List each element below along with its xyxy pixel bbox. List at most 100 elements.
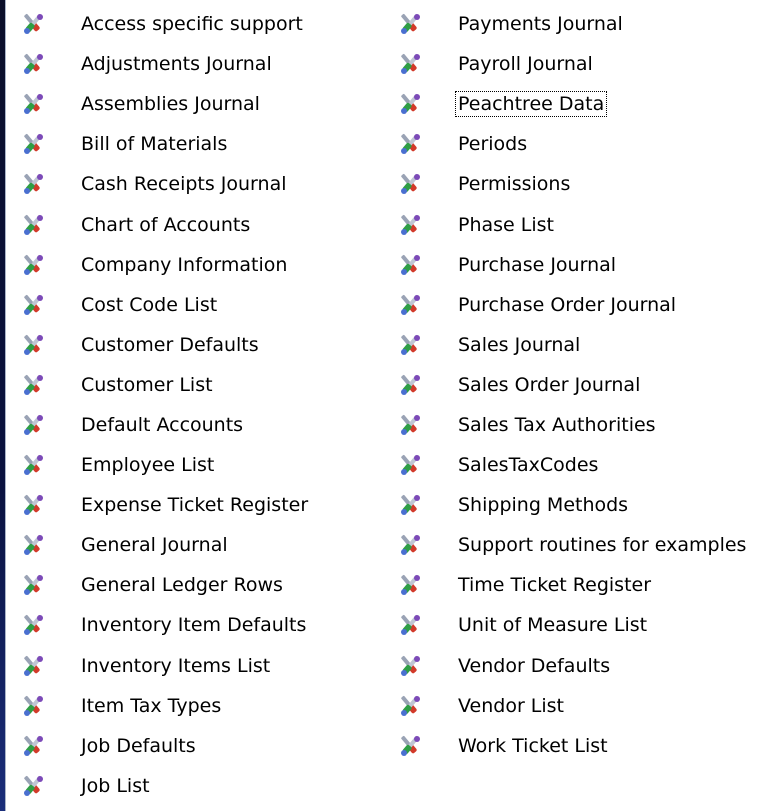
- list-item-label: Time Ticket Register: [458, 574, 652, 597]
- list-item[interactable]: Support routines for examples: [395, 525, 749, 565]
- list-item[interactable]: Purchase Journal: [395, 245, 749, 285]
- list-item[interactable]: Cost Code List: [18, 285, 311, 325]
- list-item[interactable]: Purchase Order Journal: [395, 285, 749, 325]
- list-item[interactable]: Work Ticket List: [395, 726, 749, 766]
- list-item[interactable]: Item Tax Types: [18, 686, 311, 726]
- list-item[interactable]: Customer Defaults: [18, 325, 311, 365]
- list-item[interactable]: Expense Ticket Register: [18, 485, 311, 525]
- tools-icon: [24, 735, 43, 756]
- list-item[interactable]: Customer List: [18, 365, 311, 405]
- list-item[interactable]: Sales Journal: [395, 325, 749, 365]
- list-item-label: Employee List: [81, 454, 215, 477]
- list-item[interactable]: Inventory Item Defaults: [18, 605, 311, 645]
- tools-icon: [401, 455, 420, 476]
- tools-icon: [401, 13, 420, 35]
- tools-icon: [401, 575, 420, 596]
- list-item[interactable]: Time Ticket Register: [395, 565, 749, 605]
- tools-icon: [24, 294, 43, 315]
- list-item[interactable]: Periods: [395, 124, 749, 164]
- list-item-label: Cost Code List: [81, 293, 218, 316]
- list-item[interactable]: Permissions: [395, 164, 749, 204]
- tools-icon: [401, 254, 420, 275]
- tools-icon: [401, 94, 420, 115]
- list-item[interactable]: Employee List: [18, 445, 311, 485]
- list-item-label: Purchase Journal: [458, 253, 617, 276]
- tools-icon: [24, 775, 43, 796]
- tools-icon: [24, 334, 43, 355]
- list-view[interactable]: Access specific support Adjustments Jour…: [5, 0, 773, 811]
- tools-icon: [24, 254, 43, 275]
- list-item[interactable]: Unit of Measure List: [395, 605, 749, 645]
- list-item-label: Item Tax Types: [81, 694, 222, 717]
- list-item-label: Default Accounts: [81, 413, 244, 436]
- list-item[interactable]: Adjustments Journal: [18, 44, 311, 84]
- list-item-label: Payroll Journal: [458, 53, 593, 76]
- tools-icon: [24, 214, 43, 235]
- list-item[interactable]: Payments Journal: [395, 4, 749, 44]
- list-item[interactable]: Cash Receipts Journal: [18, 164, 311, 204]
- list-item[interactable]: Job List: [18, 766, 311, 806]
- list-item-label: Unit of Measure List: [458, 614, 648, 637]
- tools-icon: [24, 414, 43, 435]
- tools-icon: [401, 695, 420, 716]
- tools-icon: [24, 94, 43, 115]
- list-item[interactable]: General Ledger Rows: [18, 565, 311, 605]
- list-item-label: General Ledger Rows: [81, 574, 283, 597]
- list-item[interactable]: Bill of Materials: [18, 124, 311, 164]
- tools-icon: [401, 615, 420, 636]
- list-item[interactable]: Chart of Accounts: [18, 204, 311, 244]
- list-item[interactable]: Shipping Methods: [395, 485, 749, 525]
- list-item[interactable]: General Journal: [18, 525, 311, 565]
- tools-icon: [401, 334, 420, 355]
- list-item-label: Shipping Methods: [458, 494, 629, 517]
- list-item-label: Expense Ticket Register: [81, 494, 309, 517]
- list-item[interactable]: Sales Order Journal: [395, 365, 749, 405]
- list-item-label: Peachtree Data: [455, 91, 608, 118]
- tools-icon: [401, 294, 420, 315]
- list-item-label: Access specific support: [81, 13, 303, 36]
- list-item[interactable]: Vendor Defaults: [395, 646, 749, 686]
- tools-icon: [401, 214, 420, 235]
- list-item-label: SalesTaxCodes: [458, 454, 599, 477]
- tools-icon: [401, 735, 420, 756]
- list-item-label: Job List: [81, 774, 150, 797]
- list-item[interactable]: Vendor List: [395, 686, 749, 726]
- list-item-label: Inventory Item Defaults: [81, 614, 307, 637]
- tools-icon: [401, 174, 420, 195]
- tools-icon: [24, 174, 43, 195]
- list-item-label: Work Ticket List: [458, 734, 608, 757]
- list-item-label: Permissions: [458, 173, 571, 196]
- tools-icon: [401, 54, 420, 75]
- list-item[interactable]: Access specific support: [18, 4, 311, 44]
- list-item-label: Phase List: [458, 213, 554, 236]
- list-item[interactable]: Assemblies Journal: [18, 84, 311, 124]
- tools-icon: [401, 374, 420, 395]
- list-item-label: Sales Order Journal: [458, 373, 641, 396]
- list-item[interactable]: Default Accounts: [18, 405, 311, 445]
- list-item-label: Periods: [458, 133, 528, 156]
- list-item-label: Inventory Items List: [81, 654, 271, 677]
- list-item[interactable]: Company Information: [18, 245, 311, 285]
- list-item-label: Sales Tax Authorities: [458, 413, 656, 436]
- list-item-label: Purchase Order Journal: [458, 293, 677, 316]
- list-item[interactable]: SalesTaxCodes: [395, 445, 749, 485]
- tools-icon: [24, 535, 43, 556]
- list-item-label: Sales Journal: [458, 333, 581, 356]
- list-item-label: Assemblies Journal: [81, 93, 260, 116]
- list-item-label: Customer List: [81, 373, 213, 396]
- list-item[interactable]: Sales Tax Authorities: [395, 405, 749, 445]
- list-column-left: Access specific support Adjustments Jour…: [18, 4, 311, 806]
- list-item[interactable]: Phase List: [395, 204, 749, 244]
- tools-icon: [401, 655, 420, 676]
- list-column-right: Payments Journal Payroll Journal Peachtr…: [395, 4, 749, 766]
- list-item[interactable]: Payroll Journal: [395, 44, 749, 84]
- list-item[interactable]: Inventory Items List: [18, 646, 311, 686]
- list-item-label: Chart of Accounts: [81, 213, 251, 236]
- tools-icon: [24, 655, 43, 676]
- list-item[interactable]: Job Defaults: [18, 726, 311, 766]
- tools-icon: [401, 495, 420, 516]
- list-item-label: Bill of Materials: [81, 133, 228, 156]
- list-item[interactable]: Peachtree Data: [395, 84, 749, 124]
- list-item-label: Job Defaults: [81, 734, 196, 757]
- list-item-label: General Journal: [81, 534, 228, 557]
